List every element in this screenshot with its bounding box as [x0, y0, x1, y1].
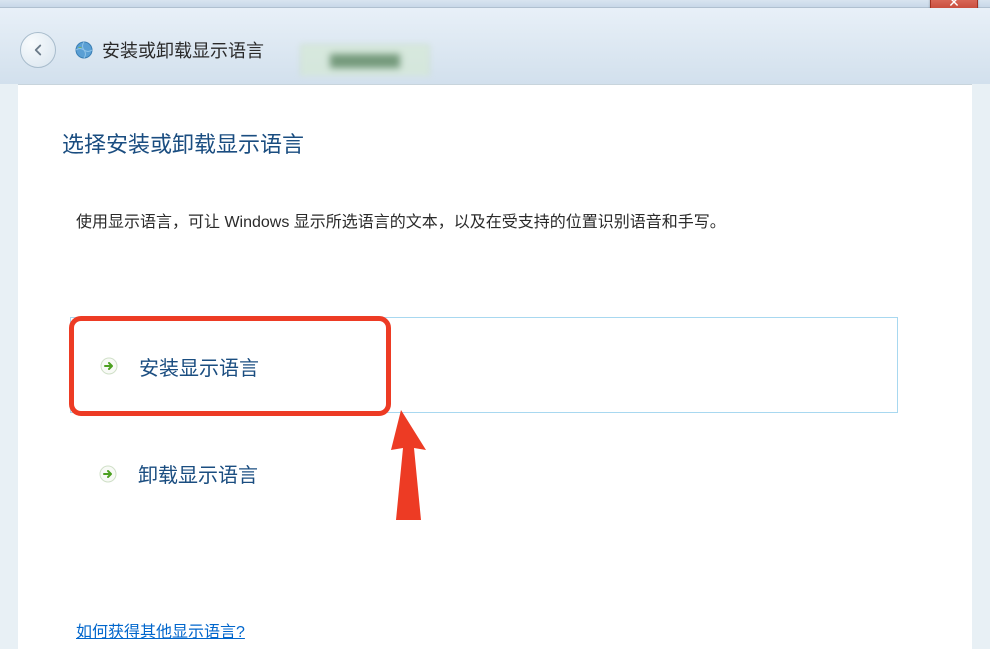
uninstall-language-label: 卸载显示语言	[138, 459, 258, 488]
background-tab	[300, 44, 430, 76]
back-button[interactable]	[20, 32, 56, 68]
back-arrow-icon	[29, 41, 47, 59]
content-area: 选择安装或卸载显示语言 使用显示语言，可让 Windows 显示所选语言的文本，…	[18, 84, 972, 649]
window-title: 安装或卸载显示语言	[102, 37, 264, 63]
uninstall-language-option[interactable]: 卸载显示语言	[98, 459, 258, 488]
header-bar: 安装或卸载显示语言	[0, 8, 990, 84]
arrow-right-icon	[98, 464, 118, 484]
pointer-arrow-annotation	[366, 410, 446, 530]
help-link[interactable]: 如何获得其他显示语言?	[76, 618, 245, 642]
window-chrome	[0, 0, 990, 8]
install-language-label: 安装显示语言	[139, 352, 259, 381]
globe-icon	[74, 40, 94, 60]
description-text: 使用显示语言，可让 Windows 显示所选语言的文本，以及在受支持的位置识别语…	[76, 208, 726, 232]
arrow-right-icon	[99, 356, 119, 376]
page-title: 选择安装或卸载显示语言	[62, 127, 304, 159]
install-language-option[interactable]: 安装显示语言	[70, 317, 898, 413]
